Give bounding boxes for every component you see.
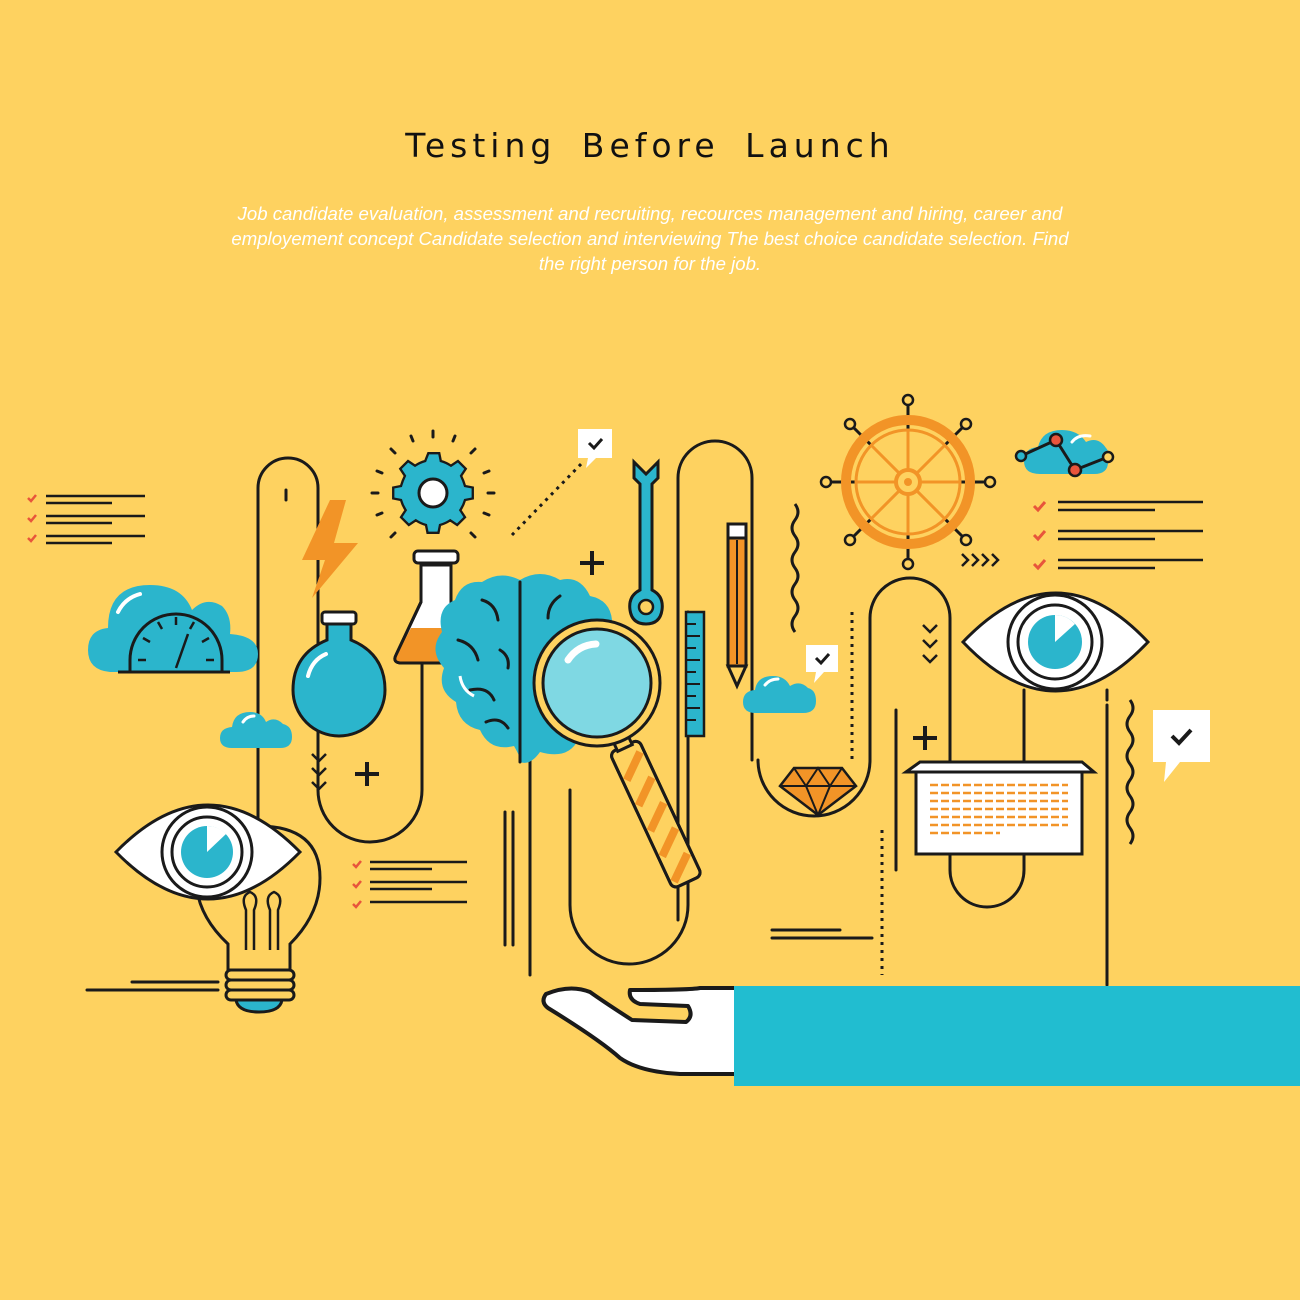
plus-icon	[913, 726, 937, 750]
hand-icon	[541, 986, 738, 1076]
eye-icon	[960, 591, 1151, 693]
network-cloud-icon	[1014, 430, 1115, 478]
document-icon	[901, 760, 1099, 856]
baseline-lines	[85, 928, 874, 992]
connector-lines	[256, 439, 1109, 987]
cloud-icon	[743, 676, 816, 713]
checklist-icon	[352, 860, 467, 909]
checklist-icon	[1032, 500, 1203, 571]
round-flask-icon	[291, 610, 387, 738]
chevrons-icon	[922, 624, 938, 664]
pencil-icon	[725, 522, 749, 690]
lightning-icon	[302, 500, 358, 598]
chat-check-icon	[578, 429, 612, 468]
cloud-icon	[220, 712, 292, 748]
plus-icon	[580, 551, 604, 575]
gear-icon	[370, 429, 496, 539]
sleeve-panel	[734, 986, 1300, 1086]
illustration-art	[27, 393, 1300, 1086]
speedometer-cloud-icon	[88, 585, 258, 674]
illustration-page: Testing Before Launch Job candidate eval…	[0, 0, 1300, 1300]
checklist-icon	[27, 494, 145, 545]
chevrons-icon	[961, 553, 1000, 567]
ship-wheel-icon	[819, 393, 997, 571]
chat-check-icon	[1153, 710, 1210, 782]
wrench-icon	[628, 458, 664, 626]
chat-check-icon	[806, 645, 838, 683]
plus-icon	[355, 762, 379, 786]
ruler-icon	[684, 610, 706, 738]
